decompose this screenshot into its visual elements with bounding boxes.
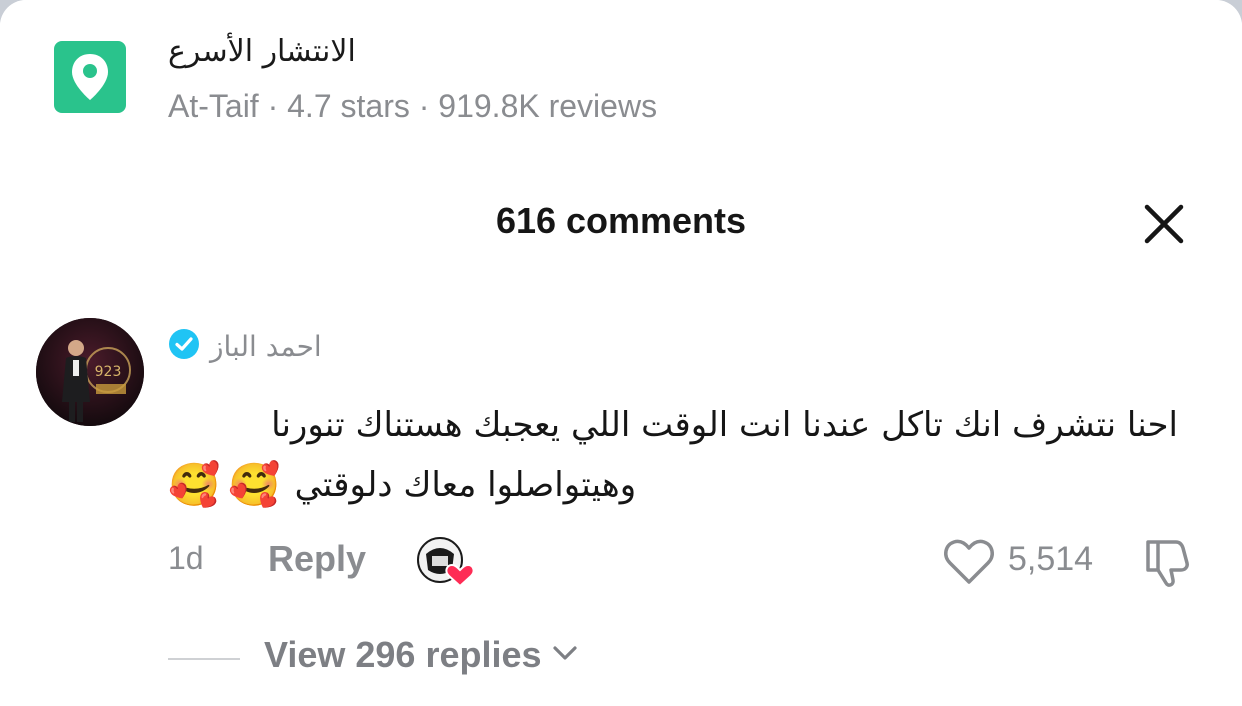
creator-liked-icon [416,536,475,588]
chevron-down-icon [552,644,578,666]
comment-text-line1: احنا نتشرف انك تاكل عندنا انت الوقت اللي… [271,405,1178,445]
place-title: الانتشار الأسرع [168,34,356,69]
comment-text-line2: وهيتواصلوا معاك دلوقتي [294,465,637,505]
comment-username[interactable]: احمد الباز [210,330,322,363]
close-icon[interactable] [1140,200,1188,248]
thumbs-down-icon[interactable] [1140,534,1196,590]
heart-icon[interactable] [942,536,996,588]
comment-author-row: احمد الباز [168,326,322,366]
comments-sheet: الانتشار الأسرع At-Taif · 4.7 stars · 91… [0,0,1242,706]
place-meta: At-Taif · 4.7 stars · 919.8K reviews [168,88,658,124]
comments-count-title: 616 comments [495,200,747,241]
smiling-hearts-emoji: 🥰 [228,460,281,509]
smiling-hearts-emoji: 🥰 [168,460,221,509]
replies-divider [168,658,240,660]
view-replies-label: View 296 replies [264,634,542,675]
reply-button[interactable]: Reply [268,538,366,580]
comment-timestamp: 1d [168,540,204,576]
svg-text:923: 923 [95,364,122,380]
avatar[interactable]: 923 [36,318,144,426]
comment-text-line2-row: 🥰 🥰 وهيتواصلوا معاك دلوقتي [168,458,636,512]
like-count: 5,514 [1008,540,1094,578]
location-pin-icon [54,41,126,113]
view-replies-button[interactable]: View 296 replies [264,634,578,676]
verified-badge-icon [168,328,200,364]
